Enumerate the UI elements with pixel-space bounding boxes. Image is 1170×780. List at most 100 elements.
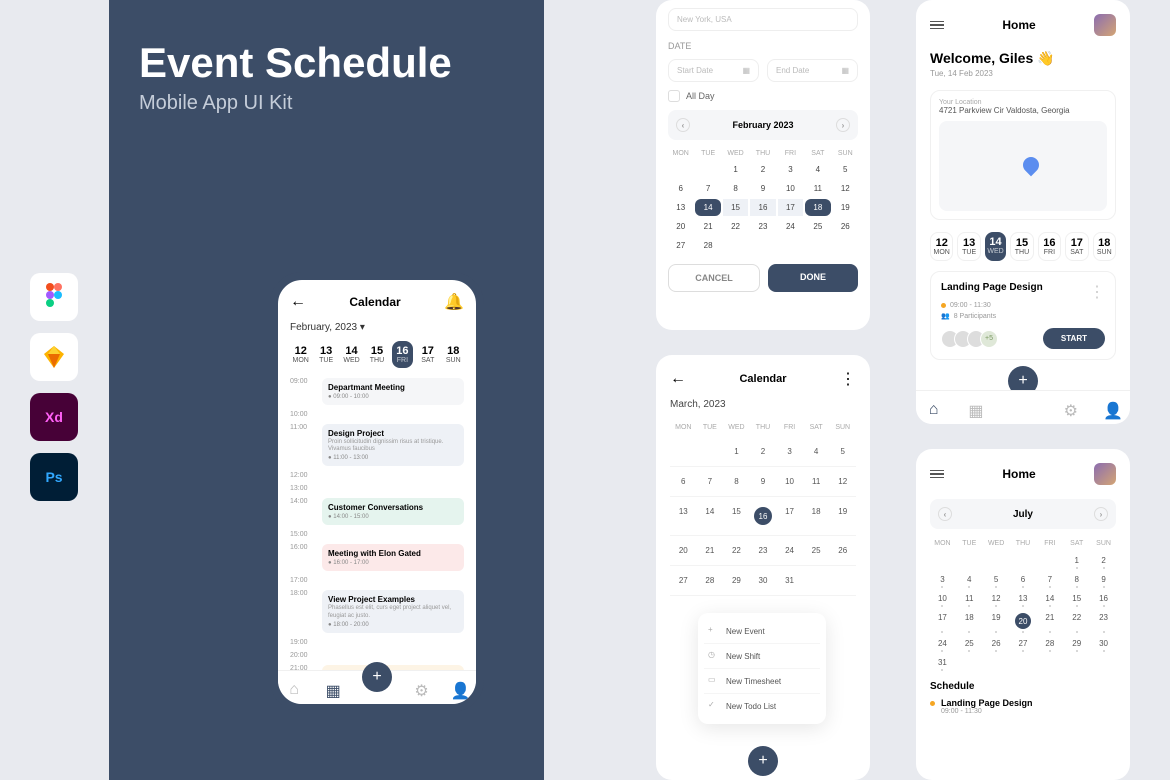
profile-icon[interactable]: 👤 (1103, 401, 1117, 415)
settings-icon[interactable]: ⚙ (1064, 401, 1078, 415)
more-icon[interactable]: ⋮ (1089, 282, 1105, 302)
page-title: Home (1002, 18, 1035, 32)
next-month-icon[interactable]: › (1094, 507, 1108, 521)
timeline: 09:00Departmant Meeting● 09:00 - 10:0010… (290, 378, 464, 692)
home-icon[interactable]: ⌂ (929, 401, 943, 415)
popup-item[interactable]: ▭New Timesheet (704, 669, 820, 694)
day-col[interactable]: 14WED (985, 232, 1006, 261)
calendar-icon: ▦ (841, 66, 849, 75)
prev-month-icon[interactable]: ‹ (676, 118, 690, 132)
date-picker-panel: New York, USA DATE Start Date▦ End Date▦… (656, 0, 870, 330)
hero-subtitle: Mobile App UI Kit (139, 92, 514, 115)
sketch-icon (30, 333, 78, 381)
back-icon[interactable]: ← (670, 370, 686, 388)
calendar-icon[interactable]: ▦ (968, 401, 982, 415)
day-col[interactable]: 15THU (1010, 232, 1033, 261)
end-date-input[interactable]: End Date▦ (767, 59, 858, 82)
event-card[interactable]: Departmant Meeting● 09:00 - 10:00 (322, 378, 464, 405)
bottom-nav: ⌂ ▦ ⚙ 👤 (916, 390, 1130, 424)
date-label: DATE (668, 41, 858, 51)
menu-icon[interactable] (930, 470, 944, 479)
day-strip: 12MON13TUE14WED15THU16FRI17SAT18SUN (930, 232, 1116, 261)
location-card: Your Location 4721 Parkview Cir Valdosta… (930, 90, 1116, 220)
xd-icon: Xd (30, 393, 78, 441)
day-strip: 12MON13TUE14WED15THU16FRI17SAT18SUN (290, 341, 464, 368)
event-card[interactable]: Meeting with Elon Gated● 16:00 - 17:00 (322, 544, 464, 571)
panel-title: Calendar (739, 373, 786, 385)
location-input[interactable]: New York, USA (668, 8, 858, 31)
back-icon[interactable]: ← (290, 293, 306, 311)
map[interactable] (939, 121, 1107, 211)
calendar-grid: MONTUEWEDTHUFRISATSUN1234567891011121314… (930, 537, 1116, 671)
phone-title: Calendar (349, 295, 400, 309)
event-card[interactable]: Customer Conversations● 14:00 - 15:00 (322, 498, 464, 525)
month-label: July (1013, 509, 1033, 520)
day-col[interactable]: 17SAT (417, 341, 438, 368)
month-header: ‹ July › (930, 499, 1116, 529)
calendar-grid: MONTUEWEDTHUFRISATSUN1234567891011121314… (670, 418, 856, 596)
add-fab[interactable]: + (748, 746, 778, 776)
more-icon[interactable]: ⋮ (840, 369, 856, 389)
start-date-input[interactable]: Start Date▦ (668, 59, 759, 82)
map-pin-icon (1020, 154, 1043, 177)
avatar[interactable] (1094, 14, 1116, 36)
schedule-item[interactable]: Landing Page Design (930, 698, 1116, 708)
calendar-header: ‹ February 2023 › (668, 110, 858, 140)
avatar[interactable] (1094, 463, 1116, 485)
menu-icon[interactable] (930, 21, 944, 30)
next-month-icon[interactable]: › (836, 118, 850, 132)
welcome-text: Welcome, Giles 👋 (930, 50, 1116, 67)
day-col[interactable]: 13TUE (957, 232, 980, 261)
home-july-panel: Home ‹ July › MONTUEWEDTHUFRISATSUN12345… (916, 449, 1130, 780)
done-button[interactable]: DONE (768, 264, 858, 292)
month-label: March, 2023 (670, 399, 856, 410)
task-title: Landing Page Design (941, 282, 1043, 298)
calendar-icon: ▦ (742, 66, 750, 75)
calendar-icon[interactable]: ▦ (326, 681, 340, 695)
prev-month-icon[interactable]: ‹ (938, 507, 952, 521)
hero-title: Event Schedule (139, 40, 514, 86)
page-title: Home (1002, 467, 1035, 481)
day-col[interactable]: 12MON (930, 232, 953, 261)
day-col[interactable]: 17SAT (1065, 232, 1088, 261)
phone-month[interactable]: February, 2023 ▾ (290, 322, 464, 333)
profile-icon[interactable]: 👤 (451, 681, 465, 695)
avatar-stack: +5 (941, 330, 998, 348)
avatar-more: +5 (980, 330, 998, 348)
event-card[interactable]: Design ProjectProin sollicitudin digniss… (322, 424, 464, 466)
home-panel: Home Welcome, Giles 👋 Tue, 14 Feb 2023 Y… (916, 0, 1130, 424)
allday-toggle[interactable]: All Day (668, 90, 858, 102)
calendar-grid: MONTUEWEDTHUFRISATSUN1234567891011121314… (668, 148, 858, 254)
day-col[interactable]: 12MON (290, 341, 311, 368)
welcome-date: Tue, 14 Feb 2023 (930, 69, 1116, 78)
schedule-time: 09:00 - 11:30 (941, 708, 1116, 715)
popup-item[interactable]: ◷New Shift (704, 644, 820, 669)
task-card: Landing Page Design ⋮ 09:00 - 11:30 👥8 P… (930, 271, 1116, 360)
day-col[interactable]: 13TUE (315, 341, 336, 368)
task-time: 09:00 - 11:30 (950, 302, 991, 309)
day-col[interactable]: 16FRI (1038, 232, 1061, 261)
settings-icon[interactable]: ⚙ (414, 681, 428, 695)
day-col[interactable]: 18SUN (443, 341, 464, 368)
home-icon[interactable]: ⌂ (289, 681, 303, 695)
popup-item[interactable]: +New Event (704, 619, 820, 644)
new-popup: +New Event◷New Shift▭New Timesheet✓New T… (698, 613, 826, 724)
tool-icons: Xd Ps (30, 273, 78, 501)
ps-icon: Ps (30, 453, 78, 501)
location-address: 4721 Parkview Cir Valdosta, Georgia (939, 106, 1107, 115)
day-col[interactable]: 14WED (341, 341, 362, 368)
popup-item[interactable]: ✓New Todo List (704, 694, 820, 718)
day-col[interactable]: 15THU (366, 341, 387, 368)
bell-icon[interactable]: 🔔 (444, 292, 464, 312)
location-label: Your Location (939, 99, 1107, 106)
month-label: February 2023 (732, 120, 793, 130)
figma-icon (30, 273, 78, 321)
start-button[interactable]: START (1043, 328, 1105, 349)
day-col[interactable]: 16FRI (392, 341, 413, 368)
task-participants: 8 Participants (954, 313, 996, 320)
add-event-fab[interactable]: + (362, 662, 392, 692)
event-card[interactable]: View Project ExamplesPhasellus est elit,… (322, 590, 464, 632)
day-col[interactable]: 18SUN (1093, 232, 1116, 261)
cancel-button[interactable]: CANCEL (668, 264, 760, 292)
calendar-panel: ← Calendar ⋮ March, 2023 MONTUEWEDTHUFRI… (656, 355, 870, 780)
